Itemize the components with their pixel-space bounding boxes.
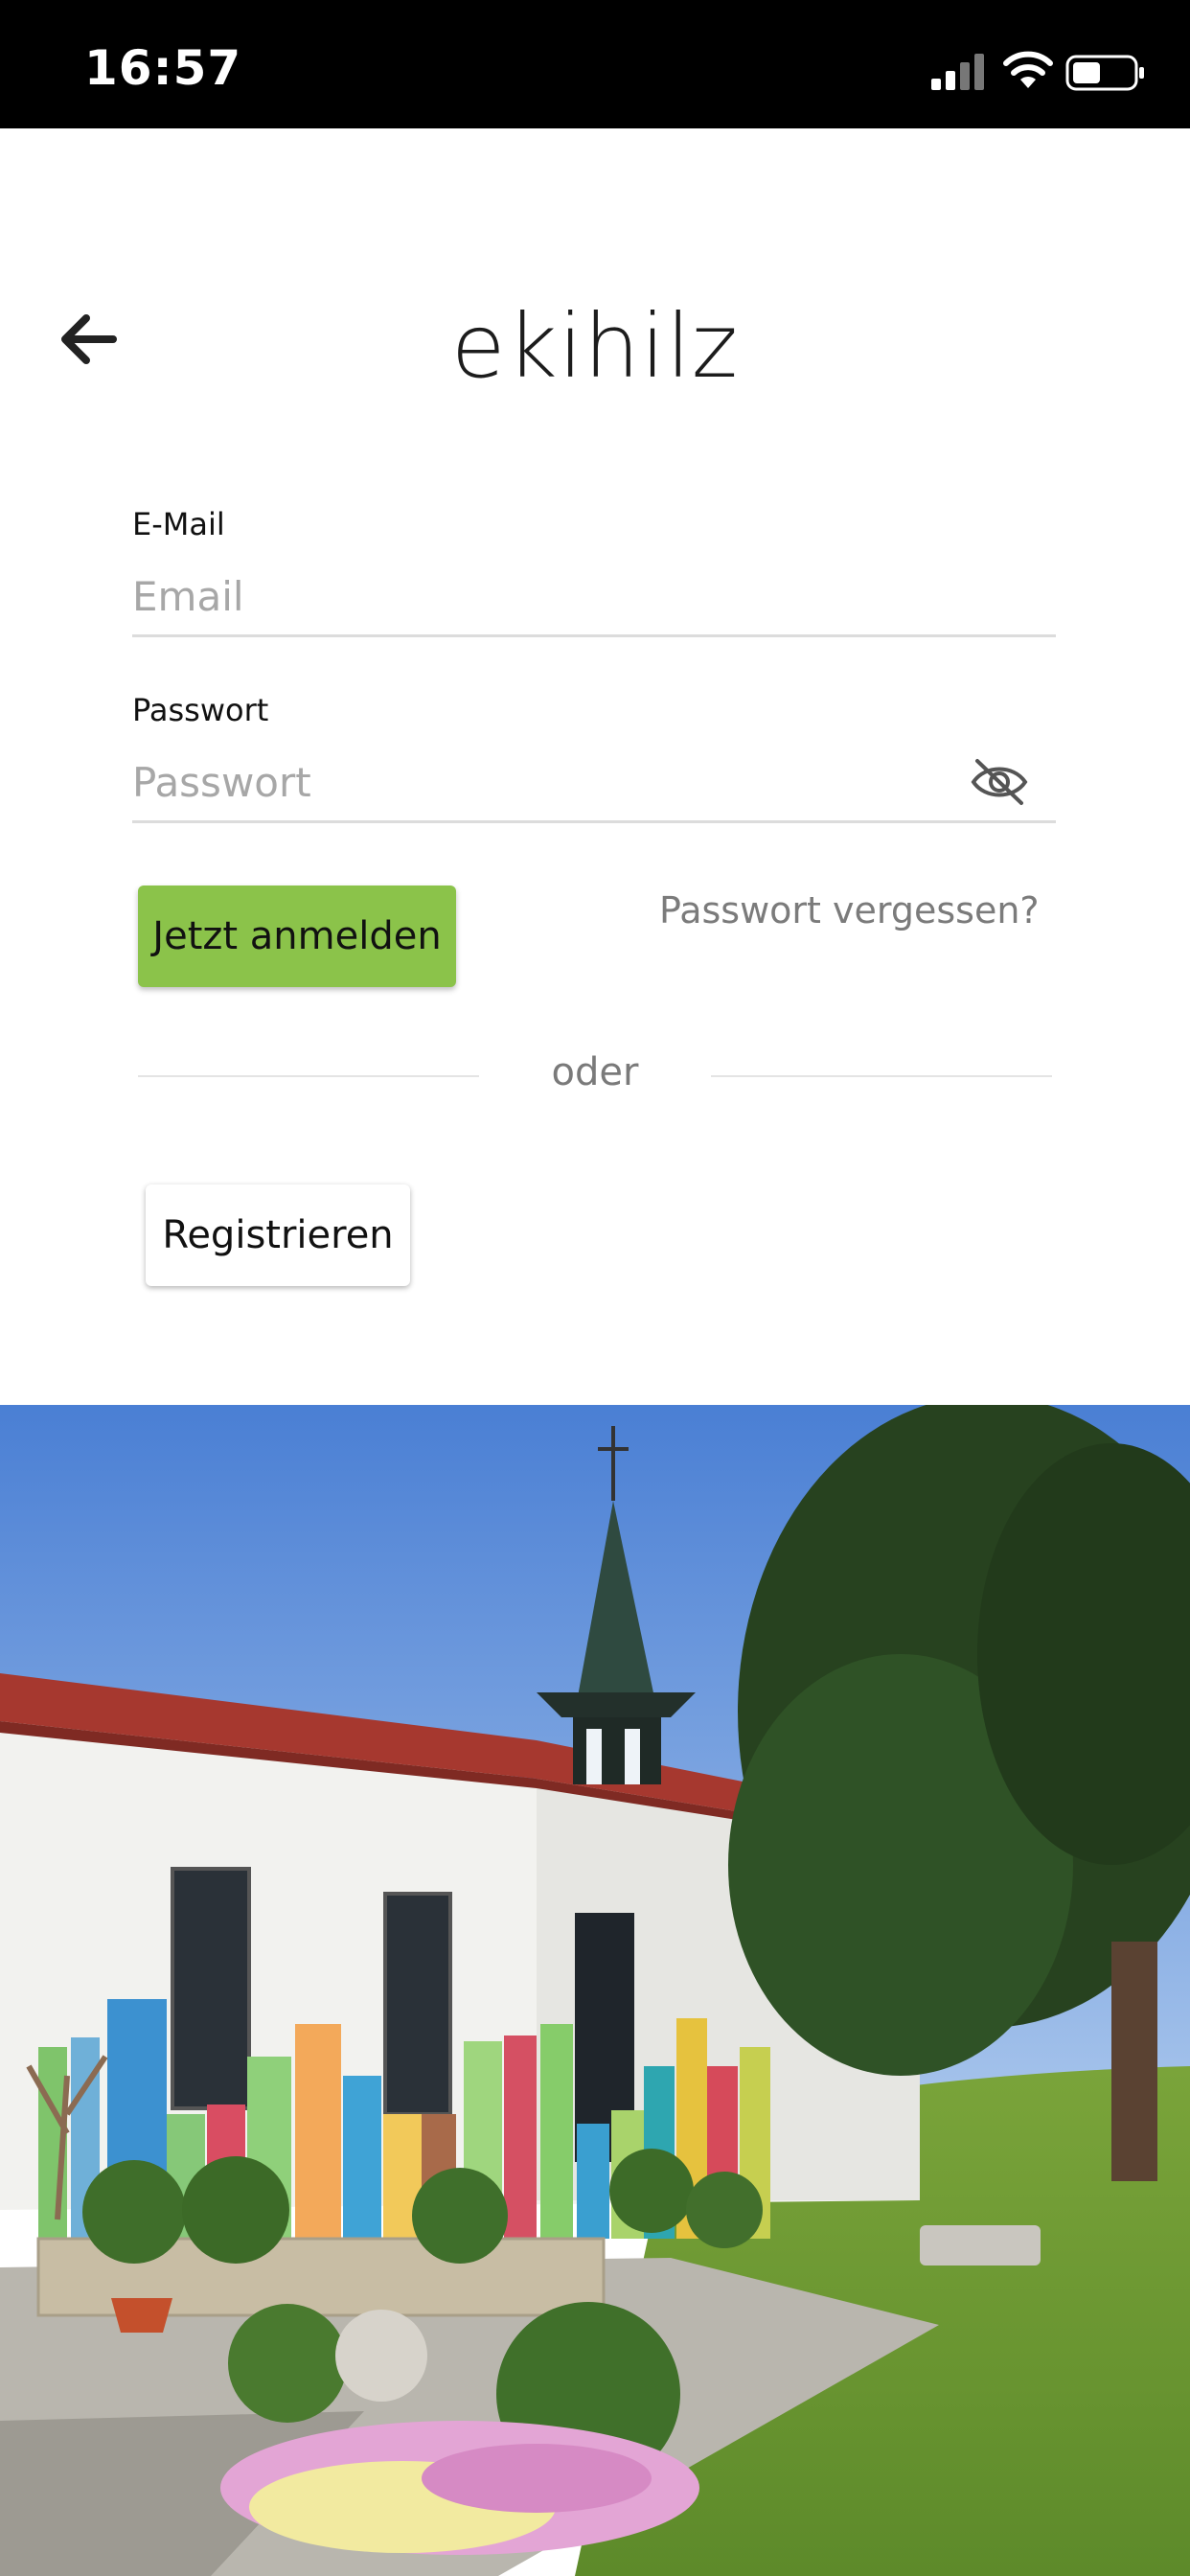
battery-icon (1065, 55, 1144, 91)
password-label: Passwort (132, 692, 269, 728)
eye-slash-icon[interactable] (970, 757, 1029, 807)
signal-icon (931, 54, 984, 90)
register-button[interactable]: Registrieren (146, 1184, 410, 1286)
status-bar: 16:57 (0, 0, 1190, 128)
forgot-password-link[interactable]: Passwort vergessen? (659, 889, 1040, 932)
church-photo (0, 1405, 1190, 2576)
app-title: ekihilz (450, 295, 740, 398)
divider-line-right (711, 1075, 1052, 1077)
password-field[interactable] (132, 744, 1056, 823)
divider-text: oder (551, 1050, 639, 1094)
login-button[interactable]: Jetzt anmelden (138, 886, 456, 987)
wifi-icon (1003, 51, 1053, 88)
status-time: 16:57 (84, 40, 242, 96)
email-label: E-Mail (132, 506, 225, 542)
email-field[interactable] (132, 558, 1056, 637)
